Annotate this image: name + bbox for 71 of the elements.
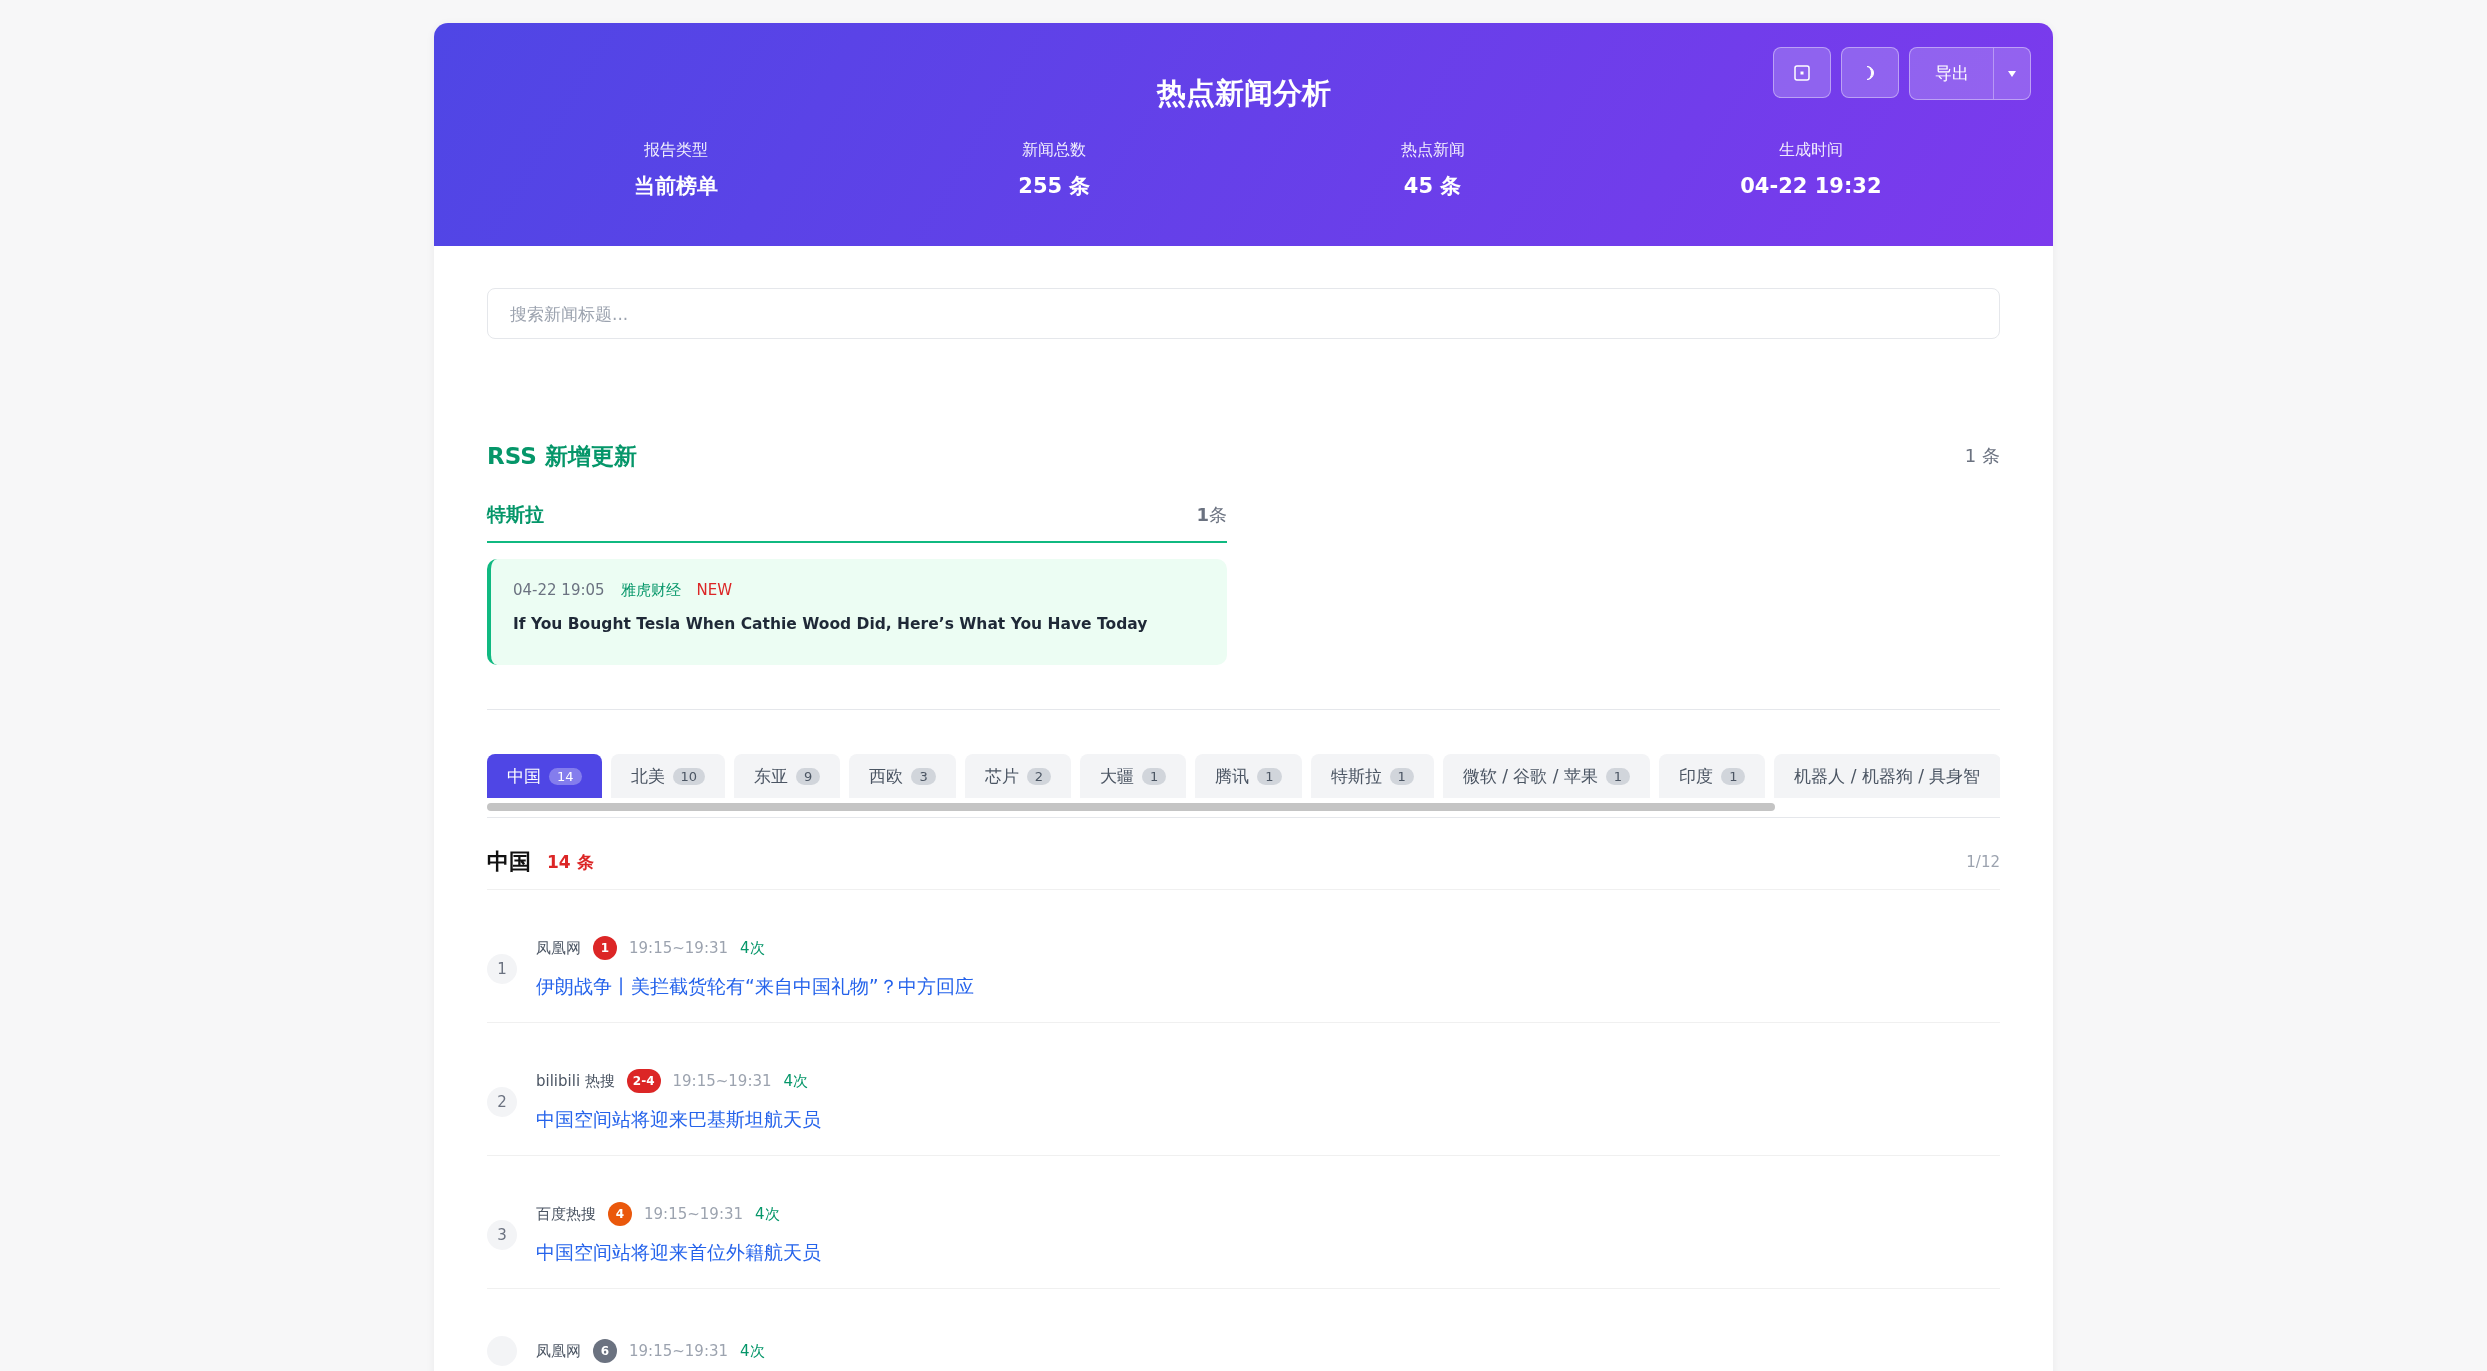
appearance-count: 4次 xyxy=(783,1071,809,1091)
scrollbar-thumb[interactable] xyxy=(487,803,1775,811)
rank-badge: 1 xyxy=(593,936,617,960)
appearance-count: 4次 xyxy=(740,938,765,958)
category-tab[interactable]: 西欧 3 xyxy=(849,754,956,798)
count-badge: 2 xyxy=(1026,767,1051,785)
count-badge: 9 xyxy=(796,767,821,785)
search-field[interactable]: 搜索新闻标题... xyxy=(487,288,2000,339)
count-badge: 1 xyxy=(1257,767,1282,785)
category-tab[interactable]: 腾讯 1 xyxy=(1195,754,1302,798)
rank-badge: 6 xyxy=(593,1339,617,1363)
source-name: 百度热搜 xyxy=(536,1204,596,1224)
report-title: 热点新闻分析 xyxy=(1156,75,1331,112)
item-count: 1 条 xyxy=(1964,444,2000,468)
count-badge: 10 xyxy=(672,767,706,785)
appearance-count: 4次 xyxy=(755,1204,780,1224)
category-tab[interactable]: 芯片 2 xyxy=(964,754,1071,798)
caret-icon xyxy=(2008,70,2016,77)
count-badge: 1 xyxy=(1605,767,1631,785)
source-name: bilibili 热搜 xyxy=(536,1071,615,1091)
export-button[interactable]: 导出 xyxy=(1910,48,1994,99)
time-range: 19:15~19:31 xyxy=(629,939,729,957)
news-link[interactable]: 中国空间站将迎来首位外籍航天员 xyxy=(536,1237,821,1267)
source-name: 雅虎财经 xyxy=(620,580,681,601)
rank-badge: 4 xyxy=(608,1202,632,1226)
page-indicator: 1/12 xyxy=(1966,853,2000,871)
category-tab[interactable]: 机器人 / 机器狗 / 具身智 xyxy=(1774,754,2000,798)
stat-value: 45 条 xyxy=(1403,173,1462,200)
category-tab[interactable]: 北美 10 xyxy=(610,754,726,798)
publish-time: 04-22 19:05 xyxy=(513,580,605,601)
count-badge: 1 xyxy=(1141,767,1167,785)
count-badge: 3 xyxy=(911,767,936,785)
stat-label: 新闻总数 xyxy=(1022,139,1087,161)
section-title: RSS 新增更新 xyxy=(487,441,637,471)
rank-number: 2 xyxy=(487,1087,517,1117)
group-name: 特斯拉 xyxy=(487,502,544,527)
count-badge: 1 xyxy=(1389,767,1414,785)
category-tab[interactable]: 印度 1 xyxy=(1659,754,1766,798)
rank-number: 3 xyxy=(487,1220,517,1250)
category-tab[interactable]: 东亚 9 xyxy=(734,754,841,798)
new-label: NEW xyxy=(696,580,733,601)
stat-value: 04-22 19:32 xyxy=(1740,173,1882,200)
stat-value: 当前榜单 xyxy=(634,173,719,200)
stat-label: 生成时间 xyxy=(1778,139,1843,161)
news-link[interactable]: 中国空间站将迎来巴基斯坦航天员 xyxy=(536,1104,821,1134)
section-title: 中国 xyxy=(487,848,531,876)
appearance-count: 4次 xyxy=(740,1341,765,1361)
category-tab[interactable]: 特斯拉 1 xyxy=(1310,754,1434,798)
count-badge: 1 xyxy=(1721,767,1746,785)
rank-badge: 2-4 xyxy=(626,1069,661,1093)
time-range: 19:15~19:31 xyxy=(629,1342,729,1360)
dark-mode-button[interactable] xyxy=(1841,47,1899,98)
moon-icon xyxy=(1864,64,1876,81)
category-tab[interactable]: 大疆 1 xyxy=(1079,754,1187,798)
rank-number: 1 xyxy=(487,954,517,984)
category-tab[interactable]: 微软 / 谷歌 / 苹果 1 xyxy=(1442,754,1651,798)
group-count: 1条 xyxy=(1196,503,1227,527)
time-range: 19:15~19:31 xyxy=(644,1205,744,1223)
stat-label: 热点新闻 xyxy=(1400,139,1465,161)
time-range: 19:15~19:31 xyxy=(672,1072,772,1090)
news-link[interactable]: 伊朗战争丨美拦截货轮有“来自中国礼物”？中方回应 xyxy=(536,971,974,1001)
source-name: 凤凰网 xyxy=(536,1341,581,1361)
rss-card[interactable]: 04-22 19:05 雅虎财经 NEW If You Bought Tesla When Cathie Wood Did, Here’s What You Have Today xyxy=(487,559,1227,665)
screenshot-button[interactable] xyxy=(1773,47,1831,98)
category-tab[interactable]: 中国 14 xyxy=(487,754,602,798)
stat-value: 255 条 xyxy=(1018,173,1091,200)
count-badge: 14 xyxy=(549,767,582,785)
stat-label: 报告类型 xyxy=(644,139,709,161)
source-name: 凤凰网 xyxy=(536,938,581,958)
news-title: If You Bought Tesla When Cathie Wood Did, Here’s What You Have Today xyxy=(513,614,1149,635)
item-count: 14 条 xyxy=(547,850,594,874)
